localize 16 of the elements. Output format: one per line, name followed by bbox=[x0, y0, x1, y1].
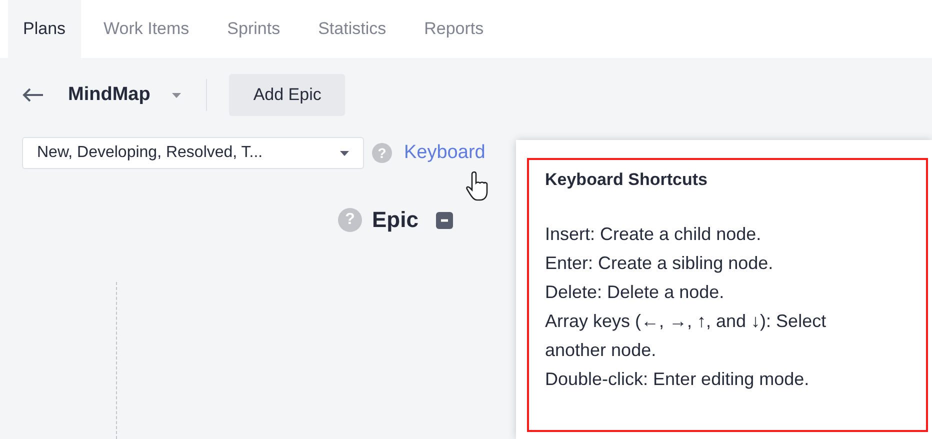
keyboard-shortcuts-link[interactable]: Keyboard bbox=[404, 142, 486, 164]
mindmap-title: MindMap bbox=[68, 84, 150, 106]
shortcut-description: Enter: Create a sibling node. bbox=[545, 252, 774, 275]
collapse-icon[interactable] bbox=[436, 212, 454, 228]
caret-icon bbox=[340, 150, 349, 156]
back-arrow-icon[interactable] bbox=[22, 87, 44, 103]
shortcut-description: Delete: Delete a node. bbox=[545, 281, 726, 304]
shortcut-description: Insert: Create a child node. bbox=[545, 223, 762, 246]
shortcut-description: Double-click: Enter editing mode. bbox=[545, 368, 810, 391]
shortcut-description: Array keys (←, →, ↑, and ↓): Select another node. bbox=[545, 310, 828, 362]
status-filter-select[interactable]: New, Developing, Resolved, T... bbox=[22, 137, 364, 169]
epic-node[interactable]: Epic bbox=[372, 207, 418, 233]
add-epic-button[interactable]: Add Epic bbox=[229, 74, 346, 116]
caret-icon[interactable] bbox=[172, 92, 182, 98]
tab[interactable]: Plans bbox=[8, 0, 81, 58]
popover-title: Keyboard Shortcuts bbox=[545, 170, 708, 190]
